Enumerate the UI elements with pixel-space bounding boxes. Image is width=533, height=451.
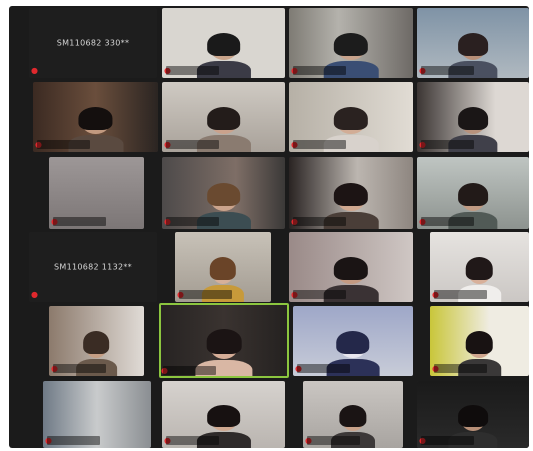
participant-name-tag: [293, 140, 346, 149]
participant-tile-14[interactable]: ●: [175, 232, 271, 302]
participant-name-tag: [293, 290, 346, 299]
participant-tile-5[interactable]: ●: [33, 82, 158, 152]
participant-tile-15[interactable]: ●: [289, 232, 413, 302]
participant-name-tag: [47, 436, 100, 445]
participant-name-tag: [421, 66, 474, 75]
participant-tile-1[interactable]: SM110682 330** ●: [29, 8, 157, 78]
participant-tile-21[interactable]: ●: [43, 381, 151, 448]
participant-name-tag: [53, 364, 106, 373]
participant-name-tag: [166, 436, 219, 445]
participant-display-name: SM110682 1132**: [54, 262, 132, 272]
participant-name-tag: [166, 140, 219, 149]
participant-tile-10[interactable]: ●: [162, 157, 285, 229]
participant-name-tag: [293, 217, 346, 226]
participant-tile-24[interactable]: ●: [417, 381, 529, 448]
participant-name-tag: [179, 290, 232, 299]
participant-name-tag: [421, 140, 474, 149]
participant-name-tag: [297, 364, 350, 373]
participant-tile-22[interactable]: ●: [162, 381, 285, 448]
participant-tile-7[interactable]: ●: [289, 82, 413, 152]
participant-tile-8[interactable]: ●: [417, 82, 529, 152]
participant-tile-12[interactable]: ●: [417, 157, 529, 229]
mic-muted-icon: ●: [161, 366, 168, 375]
participant-name-tag: [293, 66, 346, 75]
video-gallery: SM110682 330** ● ● ● ● ● ● ● ● ● ● ● ● S…: [9, 6, 529, 448]
participant-tile-16[interactable]: ●: [430, 232, 529, 302]
mic-muted-icon: ●: [31, 290, 38, 299]
participant-tile-11[interactable]: ●: [289, 157, 413, 229]
participant-display-name: SM110682 330**: [56, 38, 130, 48]
participant-name-tag: [163, 366, 216, 375]
participant-tile-6[interactable]: ●: [162, 82, 285, 152]
participant-tile-9[interactable]: ●: [49, 157, 144, 229]
participant-tile-19[interactable]: ●: [293, 306, 413, 376]
participant-tile-4[interactable]: ●: [417, 8, 529, 78]
participant-name-tag: [421, 217, 474, 226]
participant-name-tag: [166, 217, 219, 226]
participant-name-tag: [53, 217, 106, 226]
participant-tile-2[interactable]: ●: [162, 8, 285, 78]
participant-name-tag: [434, 290, 487, 299]
participant-tile-23[interactable]: ●: [303, 381, 403, 448]
mic-muted-icon: ●: [31, 66, 38, 75]
participant-name-tag: [37, 140, 90, 149]
participant-tile-18-active-speaker[interactable]: ●: [159, 303, 289, 378]
participant-name-tag: [166, 66, 219, 75]
participant-name-tag: [421, 436, 474, 445]
participant-tile-3[interactable]: ●: [289, 8, 413, 78]
participant-tile-20[interactable]: ●: [430, 306, 529, 376]
participant-tile-17[interactable]: ●: [49, 306, 144, 376]
participant-name-tag: [307, 436, 360, 445]
participant-name-tag: [434, 364, 487, 373]
participant-tile-13[interactable]: SM110682 1132** ●: [29, 232, 157, 302]
